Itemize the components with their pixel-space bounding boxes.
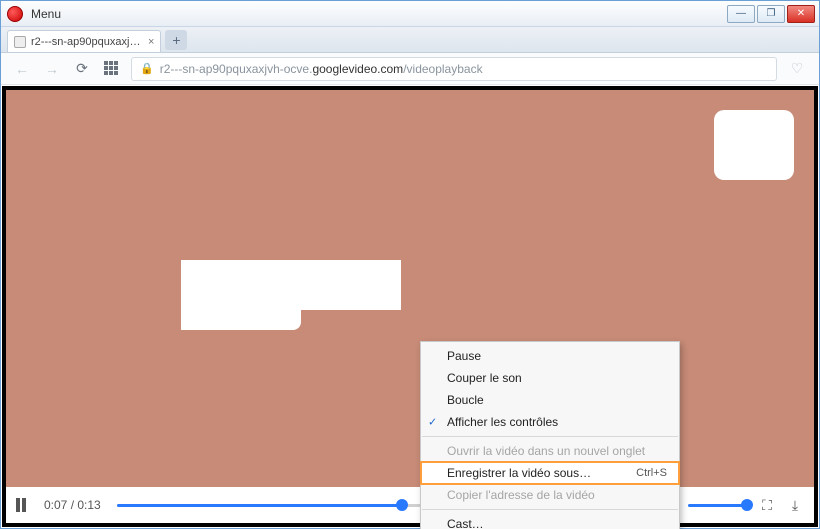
video-controls: 0:07 / 0:13 🔊 ⛶ ⤓ bbox=[6, 487, 814, 523]
bookmark-heart-button[interactable]: ♡ bbox=[785, 58, 809, 80]
ctx-pause[interactable]: Pause bbox=[421, 345, 679, 367]
volume-thumb[interactable] bbox=[741, 499, 753, 511]
title-bar: Menu — ❐ ✕ bbox=[1, 1, 819, 27]
reload-button[interactable]: ⟳ bbox=[71, 58, 93, 80]
ctx-loop[interactable]: Boucle bbox=[421, 389, 679, 411]
opera-menu-button[interactable]: Menu bbox=[27, 7, 65, 21]
toolbar: ← → ⟳ 🔒 r2---sn-ap90pquxaxjvh-ocve.googl… bbox=[1, 53, 819, 85]
url-text: r2---sn-ap90pquxaxjvh-ocve.googlevideo.c… bbox=[160, 62, 483, 76]
ctx-save-as[interactable]: Enregistrer la vidéo sous…Ctrl+S bbox=[421, 462, 679, 484]
page-content: 0:07 / 0:13 🔊 ⛶ ⤓ Pause Couper le son Bo… bbox=[2, 86, 818, 527]
opera-logo-icon bbox=[7, 6, 23, 22]
speed-dial-button[interactable] bbox=[101, 58, 123, 80]
page-favicon-icon bbox=[14, 36, 26, 48]
address-bar[interactable]: 🔒 r2---sn-ap90pquxaxjvh-ocve.googlevideo… bbox=[131, 57, 777, 81]
maximize-button[interactable]: ❐ bbox=[757, 5, 785, 23]
browser-tab[interactable]: r2---sn-ap90pquxaxjvh-oc × bbox=[7, 30, 161, 52]
browser-window: Menu — ❐ ✕ r2---sn-ap90pquxaxjvh-oc × + … bbox=[0, 0, 820, 529]
tab-strip: r2---sn-ap90pquxaxjvh-oc × + bbox=[1, 27, 819, 53]
pause-button[interactable] bbox=[16, 496, 34, 514]
redaction-block bbox=[714, 110, 794, 180]
url-path: /videoplayback bbox=[403, 62, 482, 76]
minimize-button[interactable]: — bbox=[727, 5, 755, 23]
back-button[interactable]: ← bbox=[11, 58, 33, 80]
separator bbox=[422, 436, 678, 437]
video-context-menu: Pause Couper le son Boucle ✓Afficher les… bbox=[420, 341, 680, 529]
fullscreen-button[interactable]: ⛶ bbox=[758, 497, 776, 514]
grid-icon bbox=[104, 61, 120, 77]
seek-thumb[interactable] bbox=[396, 499, 408, 511]
ctx-open-new-tab[interactable]: Ouvrir la vidéo dans un nouvel onglet bbox=[421, 440, 679, 462]
time-display: 0:07 / 0:13 bbox=[44, 498, 101, 512]
shortcut-label: Ctrl+S bbox=[626, 467, 667, 479]
ctx-mute[interactable]: Couper le son bbox=[421, 367, 679, 389]
window-controls: — ❐ ✕ bbox=[727, 5, 817, 23]
lock-icon: 🔒 bbox=[140, 62, 154, 75]
title-bar-left: Menu bbox=[3, 6, 65, 22]
seek-progress bbox=[117, 504, 402, 507]
tab-title: r2---sn-ap90pquxaxjvh-oc bbox=[31, 36, 141, 48]
ctx-show-controls[interactable]: ✓Afficher les contrôles bbox=[421, 411, 679, 433]
url-domain: googlevideo.com bbox=[312, 62, 403, 76]
check-icon: ✓ bbox=[428, 416, 437, 429]
redaction-block bbox=[181, 260, 401, 310]
separator bbox=[422, 509, 678, 510]
ctx-cast[interactable]: Cast… bbox=[421, 513, 679, 529]
new-tab-button[interactable]: + bbox=[165, 30, 187, 50]
close-window-button[interactable]: ✕ bbox=[787, 5, 815, 23]
ctx-copy-url[interactable]: Copier l'adresse de la vidéo bbox=[421, 484, 679, 506]
video-area[interactable] bbox=[6, 90, 814, 487]
volume-slider[interactable] bbox=[688, 504, 748, 507]
url-subdomain: r2---sn-ap90pquxaxjvh-ocve. bbox=[160, 62, 313, 76]
download-button[interactable]: ⤓ bbox=[786, 497, 804, 514]
tab-close-button[interactable]: × bbox=[148, 36, 154, 48]
forward-button[interactable]: → bbox=[41, 58, 63, 80]
